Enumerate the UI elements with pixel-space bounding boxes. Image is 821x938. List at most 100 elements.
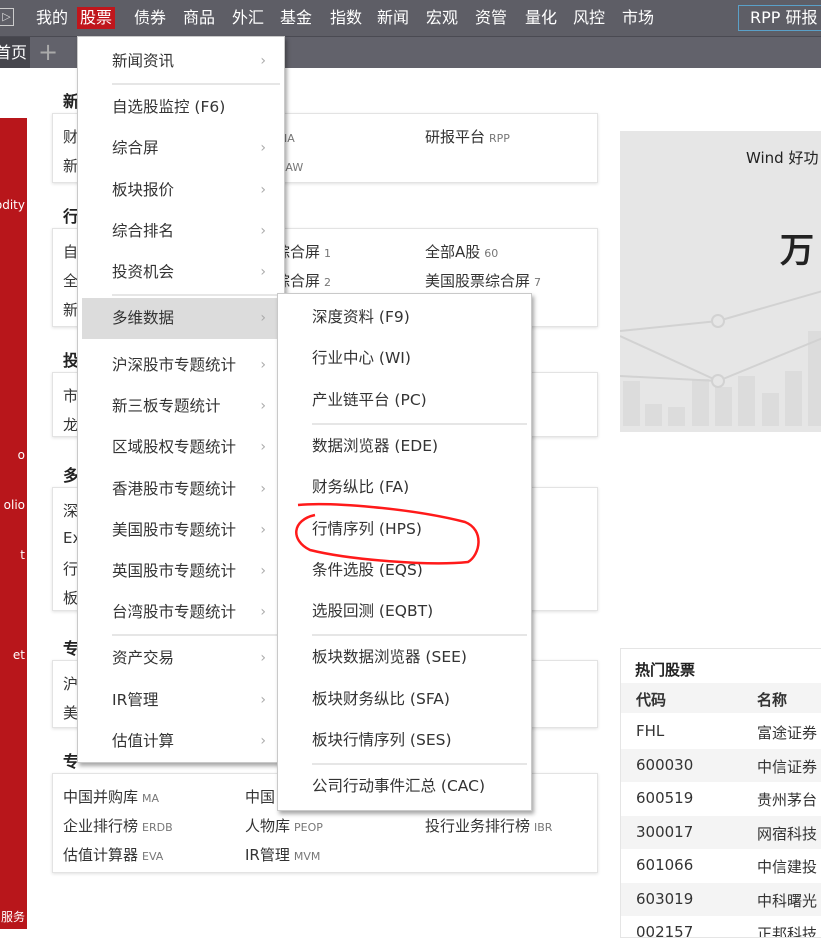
function-link[interactable]: 沪 xyxy=(63,673,78,694)
nav-item[interactable]: 商品 xyxy=(180,7,218,29)
function-link[interactable]: 企业排行榜 ERDB xyxy=(63,815,173,836)
function-label: 沪 xyxy=(63,675,79,693)
function-link[interactable]: IR管理 MVM xyxy=(245,844,320,865)
nav-item[interactable]: 风控 xyxy=(570,7,608,29)
menu-item[interactable]: 区域股权专题统计 › xyxy=(82,427,280,468)
menu-item[interactable]: 香港股市专题统计 › xyxy=(82,469,280,510)
submenu-item[interactable]: 数据浏览器 (EDE) xyxy=(282,426,527,467)
menu-item[interactable]: IR管理 › xyxy=(82,680,280,721)
nav-item[interactable]: 市场 xyxy=(619,7,657,29)
function-link[interactable]: 自 xyxy=(63,241,78,262)
menu-item-label: 自选股监控 (F6) xyxy=(112,98,226,116)
sidebar-item[interactable]: et xyxy=(13,648,25,662)
nav-item[interactable]: 外汇 xyxy=(229,7,267,29)
menu-item[interactable]: 投资机会 › xyxy=(82,252,280,293)
nav-item[interactable]: 新闻 xyxy=(374,7,412,29)
sidebar-item[interactable]: olio xyxy=(4,498,25,512)
function-link[interactable]: 龙 xyxy=(63,414,78,435)
sidebar-item[interactable]: t xyxy=(20,548,25,562)
submenu-item[interactable]: 板块财务纵比 (SFA) xyxy=(282,679,527,720)
table-row[interactable]: 600030 中信证券 xyxy=(621,748,821,782)
table-row[interactable]: FHL 富途证券 xyxy=(621,715,821,748)
menu-item-label: 新闻资讯 xyxy=(112,52,175,70)
menu-divider xyxy=(112,294,280,296)
sidebar-item[interactable]: 服务 xyxy=(1,908,25,925)
submenu-item[interactable]: 选股回测 (EQBT) xyxy=(282,591,527,632)
function-label: 美 xyxy=(63,704,79,722)
function-link[interactable]: 人物库 PEOP xyxy=(245,815,323,836)
stock-name: 中信建投 xyxy=(757,858,818,876)
add-tab-button[interactable]: + xyxy=(38,39,58,65)
sidebar-item[interactable]: o xyxy=(18,448,25,462)
nav-item[interactable]: 股票 xyxy=(77,7,116,29)
function-code: MVM xyxy=(293,850,321,863)
function-link[interactable]: 深 xyxy=(63,500,78,521)
submenu-item-label: 板块行情序列 (SES) xyxy=(312,731,452,749)
tab-home[interactable]: 首页 xyxy=(0,37,30,68)
menu-item[interactable]: 估值计算 › xyxy=(82,721,280,762)
function-link[interactable]: 研报平台 RPP xyxy=(425,126,510,147)
table-row[interactable]: 300017 网宿科技 xyxy=(621,815,821,849)
chevron-right-icon: › xyxy=(260,357,266,373)
sidebar-item[interactable]: odity xyxy=(0,198,25,212)
chevron-right-icon: › xyxy=(260,733,266,749)
submenu-item-label: 板块财务纵比 (SFA) xyxy=(312,690,450,708)
menu-item[interactable]: 综合排名 › xyxy=(82,211,280,252)
function-link[interactable]: 新 xyxy=(63,299,78,320)
nav-item[interactable]: 量化 xyxy=(522,7,560,29)
function-link[interactable]: 全部A股 60 xyxy=(425,241,498,262)
function-link[interactable]: 全 xyxy=(63,270,78,291)
function-link[interactable]: 美 xyxy=(63,702,78,723)
home-icon[interactable]: ▷ xyxy=(0,8,14,26)
promo-banner[interactable]: Wind 好功 万 xyxy=(620,131,821,432)
menu-item[interactable]: 新三板专题统计 › xyxy=(82,386,280,427)
function-link[interactable]: 投行业务排行榜 IBR xyxy=(425,815,552,836)
rpp-search-button[interactable]: RPP 研报 xyxy=(738,5,821,31)
menu-item[interactable]: 新闻资讯 › xyxy=(82,41,280,82)
function-link[interactable]: 中国 xyxy=(245,786,275,807)
table-row[interactable]: 600519 贵州茅台 xyxy=(621,782,821,815)
menu-item-label: 区域股权专题统计 xyxy=(112,438,237,456)
stock-name: 网宿科技 xyxy=(757,824,818,843)
nav-item[interactable]: 宏观 xyxy=(423,7,461,29)
function-link[interactable]: 美国股票综合屏 7 xyxy=(425,270,541,291)
submenu-item[interactable]: 板块数据浏览器 (SEE) xyxy=(282,637,527,678)
function-link[interactable]: 估值计算器 EVA xyxy=(63,844,163,865)
submenu-item[interactable]: 板块行情序列 (SES) xyxy=(282,720,527,761)
stock-name: 富途证券 xyxy=(757,724,818,742)
submenu-item[interactable]: 公司行动事件汇总 (CAC) xyxy=(282,766,527,807)
chevron-right-icon: › xyxy=(260,650,266,666)
function-link[interactable]: 财 xyxy=(63,126,78,147)
menu-item[interactable]: 综合屏 › xyxy=(82,128,280,169)
nav-item[interactable]: 我的 xyxy=(33,7,71,29)
chevron-right-icon: › xyxy=(260,182,266,198)
function-link[interactable]: 板 xyxy=(63,587,78,608)
menu-item[interactable]: 沪深股市专题统计 › xyxy=(82,345,280,386)
function-link[interactable]: 新 xyxy=(63,155,78,176)
stock-code: 600030 xyxy=(636,755,694,774)
function-label: 全部A股 xyxy=(425,243,481,261)
table-row[interactable]: 002157 正邦科技 xyxy=(621,916,821,937)
table-row[interactable]: 603019 中科曙光 xyxy=(621,882,821,916)
submenu-item-label: 深度资料 (F9) xyxy=(312,308,410,326)
table-row[interactable]: 601066 中信建投 xyxy=(621,849,821,882)
menu-item[interactable]: 英国股市专题统计 › xyxy=(82,551,280,592)
function-link[interactable]: 行 xyxy=(63,558,78,579)
menu-item[interactable]: 美国股市专题统计 › xyxy=(82,510,280,551)
nav-item[interactable]: 基金 xyxy=(277,7,315,29)
menu-item[interactable]: 资产交易 › xyxy=(82,638,280,679)
menu-divider xyxy=(112,83,280,85)
menu-item[interactable]: 多维数据 › xyxy=(82,298,280,339)
nav-item[interactable]: 资管 xyxy=(472,7,510,29)
nav-item[interactable]: 债券 xyxy=(131,7,169,29)
submenu-item[interactable]: 行业中心 (WI) xyxy=(282,338,527,379)
function-link[interactable]: 中国并购库 MA xyxy=(63,786,159,807)
function-link[interactable]: 市 xyxy=(63,385,78,406)
menu-item[interactable]: 板块报价 › xyxy=(82,170,280,211)
nav-item[interactable]: 指数 xyxy=(327,7,365,29)
submenu-item[interactable]: 深度资料 (F9) xyxy=(282,297,527,338)
menu-item[interactable]: 台湾股市专题统计 › xyxy=(82,592,280,633)
submenu-item[interactable]: 产业链平台 (PC) xyxy=(282,380,527,421)
menu-item[interactable]: 自选股监控 (F6) xyxy=(82,87,280,128)
menu-item-label: 投资机会 xyxy=(112,263,175,281)
